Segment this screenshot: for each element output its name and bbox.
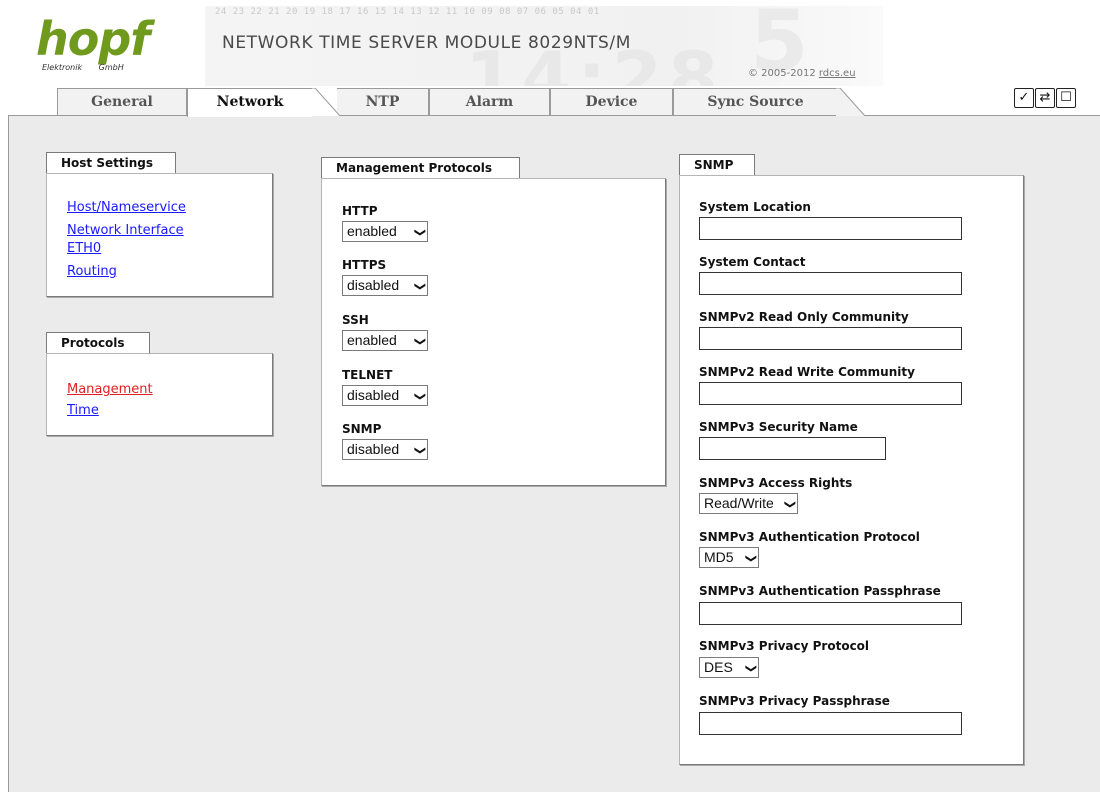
https-label: HTTPS xyxy=(342,258,387,272)
snmpv3-auth-passphrase-input[interactable] xyxy=(699,602,962,625)
link-routing[interactable]: Routing xyxy=(67,264,117,279)
snmpv3-auth-passphrase-label: SNMPv3 Authentication Passphrase xyxy=(699,584,941,598)
snmpv3-privacy-protocol-value: DES xyxy=(704,659,733,675)
snmpv3-access-rights-value: Read/Write xyxy=(704,495,774,511)
link-eth0[interactable]: ETH0 xyxy=(67,241,101,256)
chevron-down-icon: ❯ xyxy=(413,391,426,402)
refresh-icon[interactable]: ⇄ xyxy=(1035,88,1055,108)
snmpv3-auth-protocol-value: MD5 xyxy=(704,549,734,565)
https-select-value: disabled xyxy=(347,277,400,293)
snmpv3-auth-protocol-select[interactable]: MD5 ❯ xyxy=(699,547,759,568)
link-network-interface[interactable]: Network Interface xyxy=(67,223,184,238)
link-time[interactable]: Time xyxy=(67,403,99,418)
snmpv3-privacy-passphrase-label: SNMPv3 Privacy Passphrase xyxy=(699,694,890,708)
snmpv2-ro-input[interactable] xyxy=(699,327,962,350)
banner: 24 23 22 21 20 19 18 17 16 15 14 13 12 1… xyxy=(205,6,883,86)
tab-alarm[interactable]: Alarm xyxy=(429,88,550,116)
chevron-down-icon: ❯ xyxy=(744,553,757,564)
copyright-text: © 2005-2012 xyxy=(748,68,816,79)
tab-network-slant xyxy=(311,88,341,116)
toolbar: ✓ ⇄ ☐ xyxy=(1014,88,1077,108)
snmp-title: SNMP xyxy=(679,154,755,176)
snmp-select[interactable]: disabled ❯ xyxy=(342,439,428,460)
telnet-select[interactable]: disabled ❯ xyxy=(342,385,428,406)
tab-general[interactable]: General xyxy=(57,88,187,116)
hopf-logo: hopf Elektronik GmbH xyxy=(36,12,176,76)
link-host-nameservice[interactable]: Host/Nameservice xyxy=(67,200,186,215)
protocols-title: Protocols xyxy=(46,332,150,354)
copyright-link[interactable]: rdcs.eu xyxy=(819,68,856,79)
snmpv3-access-rights-select[interactable]: Read/Write ❯ xyxy=(699,493,798,514)
http-select[interactable]: enabled ❯ xyxy=(342,221,428,242)
snmpv3-privacy-protocol-select[interactable]: DES ❯ xyxy=(699,657,759,678)
logo-wordmark: hopf xyxy=(36,12,150,66)
banner-digits: 24 23 22 21 20 19 18 17 16 15 14 13 12 1… xyxy=(215,7,600,17)
https-select[interactable]: disabled ❯ xyxy=(342,275,428,296)
page-icon[interactable]: ☐ xyxy=(1056,88,1076,108)
telnet-label: TELNET xyxy=(342,368,393,382)
chevron-down-icon: ❯ xyxy=(783,499,796,510)
chevron-down-icon: ❯ xyxy=(413,445,426,456)
content-panel: Host Settings Host/Nameservice Network I… xyxy=(8,115,1100,792)
chevron-down-icon: ❯ xyxy=(744,663,757,674)
host-settings-title: Host Settings xyxy=(46,152,176,174)
chevron-down-icon: ❯ xyxy=(413,336,426,347)
check-icon[interactable]: ✓ xyxy=(1014,88,1034,108)
logo-subtitle: Elektronik GmbH xyxy=(42,63,124,72)
system-location-input[interactable] xyxy=(699,217,962,240)
snmpv2-rw-label: SNMPv2 Read Write Community xyxy=(699,365,915,379)
page-title: NETWORK TIME SERVER MODULE 8029NTS/M xyxy=(222,33,631,53)
tab-device[interactable]: Device xyxy=(550,88,673,116)
http-label: HTTP xyxy=(342,204,378,218)
snmp-label: SNMP xyxy=(342,422,382,436)
system-location-label: System Location xyxy=(699,200,811,214)
chevron-down-icon: ❯ xyxy=(413,227,426,238)
snmpv3-security-name-label: SNMPv3 Security Name xyxy=(699,420,858,434)
snmpv2-rw-input[interactable] xyxy=(699,382,962,405)
telnet-select-value: disabled xyxy=(347,387,400,403)
tab-network[interactable]: Network xyxy=(187,88,312,117)
snmpv3-access-rights-label: SNMPv3 Access Rights xyxy=(699,476,853,490)
ssh-select-value: enabled xyxy=(347,332,397,348)
ssh-select[interactable]: enabled ❯ xyxy=(342,330,428,351)
snmpv3-privacy-protocol-label: SNMPv3 Privacy Protocol xyxy=(699,639,870,653)
tab-sync-source[interactable]: Sync Source xyxy=(673,88,837,116)
ssh-label: SSH xyxy=(342,313,369,327)
chevron-down-icon: ❯ xyxy=(413,281,426,292)
link-management[interactable]: Management xyxy=(67,382,153,397)
management-protocols-title: Management Protocols xyxy=(321,157,520,179)
tab-bar: General Network NTP Alarm Device Sync So… xyxy=(0,86,1100,117)
snmpv3-privacy-passphrase-input[interactable] xyxy=(699,712,962,735)
tab-ntp[interactable]: NTP xyxy=(337,88,429,116)
snmpv2-ro-label: SNMPv2 Read Only Community xyxy=(699,310,909,324)
system-contact-label: System Contact xyxy=(699,255,806,269)
tab-sync-source-slant xyxy=(836,88,866,116)
header: hopf Elektronik GmbH 24 23 22 21 20 19 1… xyxy=(0,0,1100,92)
copyright: © 2005-2012 rdcs.eu xyxy=(748,68,856,79)
http-select-value: enabled xyxy=(347,223,397,239)
snmpv3-auth-protocol-label: SNMPv3 Authentication Protocol xyxy=(699,530,920,544)
system-contact-input[interactable] xyxy=(699,272,962,295)
snmpv3-security-name-input[interactable] xyxy=(699,437,886,460)
snmp-select-value: disabled xyxy=(347,441,400,457)
